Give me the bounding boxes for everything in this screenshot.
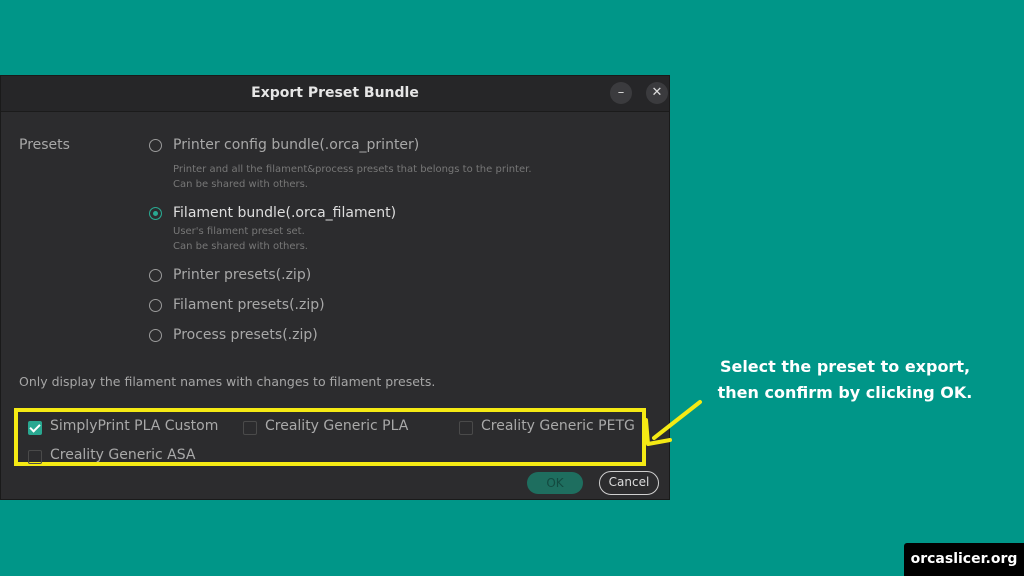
radio-label: Filament presets(.zip) [173,297,325,313]
radio-button-selected[interactable] [149,207,162,220]
annotation-arrow-icon [644,400,702,446]
dialog-title: Export Preset Bundle [251,85,419,101]
checkbox-label: SimplyPrint PLA Custom [50,418,219,434]
site-badge[interactable]: orcaslicer.org [904,543,1024,576]
radio-button[interactable] [149,269,162,282]
radio-label: Printer config bundle(.orca_printer) [173,137,420,153]
minimize-icon[interactable]: – [610,82,632,104]
checkbox-label: Creality Generic PETG [481,418,635,434]
checkbox[interactable] [243,421,257,435]
filament-hint-text: Only display the filament names with cha… [19,374,436,389]
radio-button[interactable] [149,329,162,342]
filament-selection-highlight: SimplyPrint PLA Custom Creality Generic … [14,408,646,466]
annotation-line-2: then confirm by clicking OK. [717,383,973,402]
annotation-text: Select the preset to export, then confir… [700,354,990,406]
option-description: Can be shared with others. [173,241,308,252]
radio-label: Process presets(.zip) [173,327,318,343]
radio-button[interactable] [149,139,162,152]
checkbox-checked[interactable] [28,421,42,435]
close-icon[interactable]: ✕ [646,82,668,104]
ok-button[interactable]: OK [527,472,583,494]
presets-label: Presets [19,137,70,153]
checkbox-label: Creality Generic ASA [50,447,196,463]
option-description: Can be shared with others. [173,179,308,190]
radio-label: Printer presets(.zip) [173,267,312,283]
radio-button[interactable] [149,299,162,312]
export-preset-bundle-dialog: Export Preset Bundle – ✕ Presets Printer… [0,75,670,500]
checkbox[interactable] [459,421,473,435]
annotation-line-1: Select the preset to export, [719,357,971,376]
radio-label: Filament bundle(.orca_filament) [173,205,397,221]
checkbox[interactable] [28,450,42,464]
option-description: Printer and all the filament&process pre… [173,164,532,175]
dialog-titlebar: Export Preset Bundle – ✕ [1,76,669,112]
option-description: User's filament preset set. [173,226,305,237]
cancel-button[interactable]: Cancel [599,471,659,495]
checkbox-label: Creality Generic PLA [265,418,409,434]
